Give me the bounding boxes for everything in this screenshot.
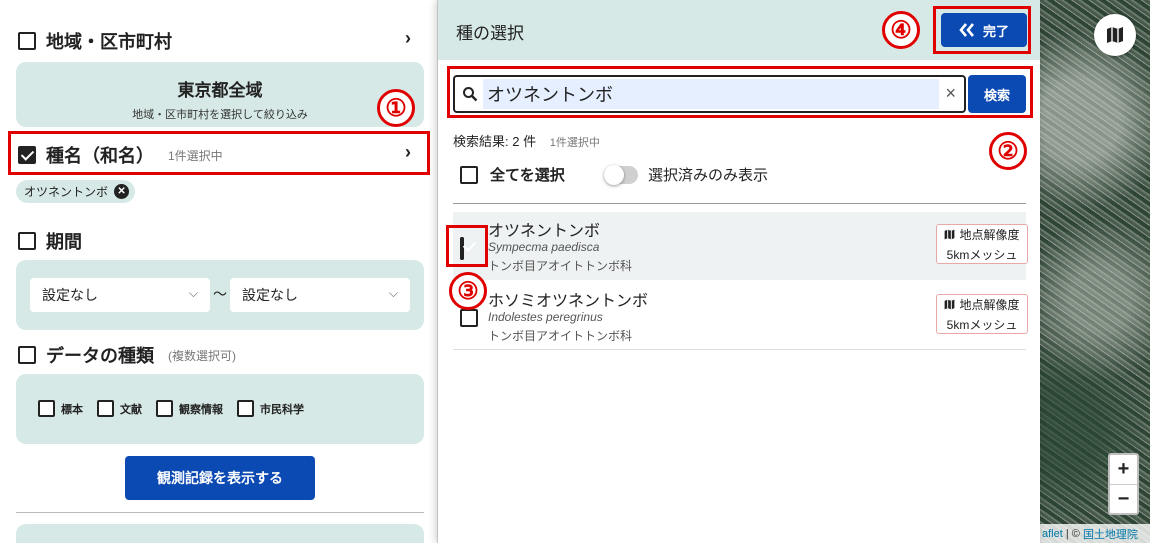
attribution-separator: | © <box>1062 527 1083 540</box>
period-separator: ～ <box>213 286 227 302</box>
datatype-card: 標本 文献 観察情報 市民科学 <box>16 374 424 444</box>
bottom-card <box>16 524 424 543</box>
select-all[interactable]: 全てを選択 <box>460 164 565 185</box>
region-card[interactable]: 東京都全域 地域・区市町村を選択して絞り込み <box>16 62 424 127</box>
chevron-down-icon: ⌵ <box>188 286 198 300</box>
highlight-species-filter <box>8 131 430 175</box>
datatype-option-label: 観察情報 <box>179 403 223 416</box>
species-name: オツネントンボ <box>488 223 601 240</box>
species-list-item[interactable]: オツネントンボ Sympecma paedisca トンボ目アオイトトンボ科 地… <box>453 212 1028 280</box>
map-icon <box>945 229 955 239</box>
observation-checkbox[interactable] <box>156 400 173 417</box>
filter-panel: 地域・区市町村 › 東京都全域 地域・区市町村を選択して絞り込み 種名（和名） … <box>0 0 438 543</box>
close-icon[interactable]: ✕ <box>114 184 130 199</box>
species-taxonomy: トンボ目アオイトトンボ科 <box>488 329 633 343</box>
panel-divider <box>16 512 424 513</box>
region-checkbox[interactable] <box>18 32 36 50</box>
resolution-value: 5kmメッシュ <box>946 247 1018 262</box>
annotation-1: ① <box>377 89 415 127</box>
datatype-option-label: 市民科学 <box>260 403 304 416</box>
resolution-title: 地点解像度 <box>959 227 1020 242</box>
species-scientific-name: Sympecma paedisca <box>488 240 600 254</box>
citizen-science-checkbox[interactable] <box>237 400 254 417</box>
gsi-link[interactable]: 国土地理院 <box>1083 526 1138 542</box>
resolution-badge: 地点解像度 5kmメッシュ <box>936 294 1028 334</box>
resolution-title: 地点解像度 <box>959 297 1020 312</box>
datatype-option-specimen[interactable]: 標本 <box>38 400 83 417</box>
zoom-out-button[interactable]: − <box>1110 484 1137 513</box>
region-title: 東京都全域 <box>177 81 263 100</box>
species-item-checkbox[interactable] <box>460 309 478 327</box>
datatype-options: 標本 文献 観察情報 市民科学 <box>38 400 304 417</box>
species-name: ホソミオツネントンボ <box>488 293 649 310</box>
datatype-option-citizen-science[interactable]: 市民科学 <box>237 400 304 417</box>
highlight-done <box>933 6 1031 54</box>
result-summary: 検索結果: 2 件 1件選択中 <box>453 131 600 150</box>
species-chip: オツネントンボ ✕ <box>16 180 136 203</box>
species-list-item[interactable]: ホソミオツネントンボ Indolestes peregrinus トンボ目アオイ… <box>453 282 1028 350</box>
show-selected-toggle[interactable] <box>604 164 638 185</box>
chevron-down-icon: ⌵ <box>388 286 398 300</box>
drawer-title: 種の選択 <box>456 24 524 43</box>
species-taxonomy: トンボ目アオイトトンボ科 <box>488 259 633 273</box>
map-icon <box>945 299 955 309</box>
specimen-checkbox[interactable] <box>38 400 55 417</box>
chevron-right-icon[interactable]: › <box>405 28 411 49</box>
period-to-value: 設定なし <box>242 287 298 303</box>
annotation-2: ② <box>989 132 1027 170</box>
result-count: 検索結果: 2 件 <box>453 134 537 149</box>
period-section-header[interactable]: 期間 <box>18 228 82 254</box>
datatype-option-observation[interactable]: 観察情報 <box>156 400 223 417</box>
datatype-option-label: 文献 <box>120 403 142 416</box>
leaflet-link[interactable]: aflet <box>1042 528 1063 540</box>
species-chip-label: オツネントンボ <box>24 185 109 199</box>
resolution-badge: 地点解像度 5kmメッシュ <box>936 224 1028 264</box>
period-from-select[interactable]: 設定なし ⌵ <box>30 278 210 312</box>
annotation-4: ④ <box>882 11 920 49</box>
period-card: 設定なし ⌵ ～ 設定なし ⌵ <box>16 260 424 330</box>
datatype-note: (複数選択可) <box>168 348 236 363</box>
period-from-value: 設定なし <box>42 287 98 303</box>
period-header-label: 期間 <box>46 232 82 252</box>
show-selected-only[interactable]: 選択済みのみ表示 <box>604 164 768 185</box>
select-all-checkbox[interactable] <box>460 165 478 184</box>
show-records-button[interactable]: 観測記録を表示する <box>125 456 315 500</box>
map-layer-button[interactable] <box>1094 14 1136 56</box>
region-section-header[interactable]: 地域・区市町村 <box>18 28 172 54</box>
resolution-value: 5kmメッシュ <box>946 317 1018 332</box>
map-attribution: aflet | © 国土地理院 <box>1040 524 1150 543</box>
select-all-label: 全てを選択 <box>490 167 565 184</box>
datatype-checkbox[interactable] <box>18 346 36 364</box>
species-scientific-name: Indolestes peregrinus <box>488 310 603 324</box>
highlight-checkbox <box>446 225 488 267</box>
annotation-3: ③ <box>449 272 487 310</box>
period-checkbox[interactable] <box>18 232 36 250</box>
region-header-label: 地域・区市町村 <box>46 32 172 52</box>
zoom-control: + − <box>1108 453 1139 515</box>
zoom-in-button[interactable]: + <box>1110 455 1137 484</box>
selected-count: 1件選択中 <box>549 137 600 149</box>
datatype-option-label: 標本 <box>61 403 83 416</box>
literature-checkbox[interactable] <box>97 400 114 417</box>
list-divider <box>453 203 1026 204</box>
period-to-select[interactable]: 設定なし ⌵ <box>230 278 410 312</box>
datatype-option-literature[interactable]: 文献 <box>97 400 142 417</box>
datatype-header-label: データの種類 <box>46 346 154 366</box>
map-icon <box>1107 27 1123 43</box>
highlight-search <box>447 66 1033 118</box>
datatype-section-header[interactable]: データの種類 (複数選択可) <box>18 342 236 368</box>
show-selected-label: 選択済みのみ表示 <box>648 167 769 184</box>
region-subtitle: 地域・区市町村を選択して絞り込み <box>132 109 308 121</box>
